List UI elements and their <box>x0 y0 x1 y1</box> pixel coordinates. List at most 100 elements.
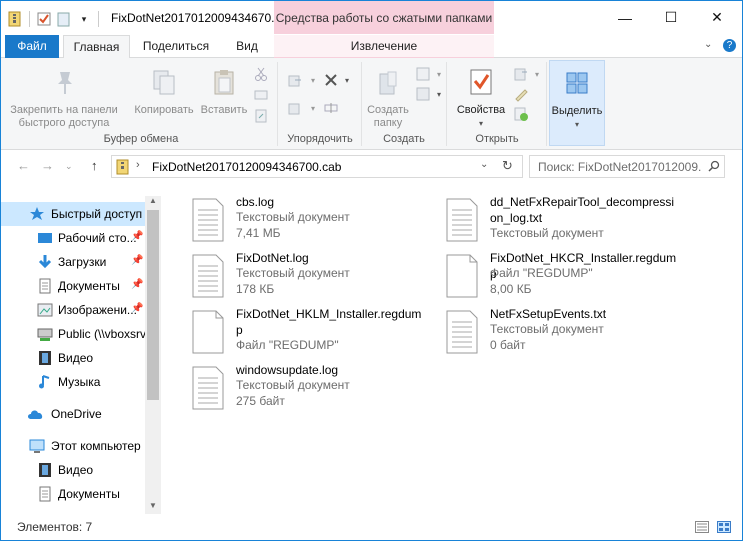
refresh-icon[interactable]: ↻ <box>502 158 513 174</box>
delete-icon[interactable] <box>323 72 339 88</box>
copy-path-icon[interactable] <box>253 87 269 103</box>
address-bar[interactable]: › FixDotNet20170120094346700.cab ⌄ ↻ <box>111 155 523 178</box>
collapse-ribbon-icon[interactable]: ⌄ <box>704 39 712 50</box>
sidebar-item-label: Музыка <box>58 375 101 389</box>
properties-check-icon[interactable] <box>36 11 52 27</box>
list-item[interactable]: dd_NetFxRepairTool_decompression_log.txt… <box>446 194 696 244</box>
pin-icon: 📌 <box>131 303 144 314</box>
tab-share[interactable]: Поделиться <box>136 35 216 58</box>
sidebar-item-downloads[interactable]: Загрузки 📌 <box>1 250 145 274</box>
scrollbar-thumb[interactable] <box>147 210 159 400</box>
group-divider <box>546 62 547 146</box>
quick-access-toolbar: ▾ <box>7 9 101 29</box>
pin-quick-access-label: Закрепить на панели быстрого доступа <box>10 104 118 129</box>
window-title: FixDotNet2017012009434670... <box>111 11 275 25</box>
move-to-icon[interactable] <box>287 72 303 88</box>
sidebar-item-pictures[interactable]: Изображени... 📌 <box>1 298 145 322</box>
recent-locations-chevron-icon[interactable]: ⌄ <box>65 161 73 172</box>
explorer-window: ▾ FixDotNet2017012009434670... Средства … <box>0 0 743 541</box>
archive-folder-icon <box>7 11 23 27</box>
chevron-down-icon[interactable]: ▾ <box>431 86 447 102</box>
film-icon <box>39 463 51 477</box>
rename-icon[interactable] <box>323 100 339 116</box>
open-icon[interactable] <box>513 66 529 82</box>
list-item[interactable]: FixDotNet_HKCR_Installer.regdump Файл "R… <box>446 250 696 300</box>
chevron-down-icon: ▾ <box>574 120 579 129</box>
scroll-up-icon[interactable]: ▲ <box>149 196 157 205</box>
cut-icon[interactable] <box>253 66 269 82</box>
list-item[interactable]: NetFxSetupEvents.txt Текстовый документ … <box>446 306 696 356</box>
chevron-down-icon: ▾ <box>478 119 483 128</box>
computer-icon <box>29 439 45 453</box>
sidebar-item-music[interactable]: Музыка <box>1 370 145 394</box>
search-icon <box>708 160 720 172</box>
sidebar-item-documents[interactable]: Документы <box>1 482 145 506</box>
address-history-chevron-icon[interactable]: ⌄ <box>480 159 488 170</box>
chevron-down-icon[interactable]: ▾ <box>305 100 321 116</box>
list-item[interactable]: windowsupdate.log Текстовый документ 275… <box>192 362 442 412</box>
sidebar-item-quick-access[interactable]: Быстрый доступ <box>1 202 145 226</box>
text-file-icon <box>446 310 478 354</box>
easy-access-icon[interactable] <box>415 86 431 102</box>
new-item-icon[interactable] <box>415 66 431 82</box>
chevron-down-icon[interactable]: ▾ <box>339 72 355 88</box>
properties-button[interactable]: Свойства ▾ <box>449 66 513 130</box>
help-icon[interactable]: ? <box>723 39 736 52</box>
sidebar-item-desktop[interactable]: Рабочий сто... 📌 <box>1 226 145 250</box>
up-arrow-icon[interactable]: ↑ <box>91 158 98 173</box>
status-bar: Элементов: 7 <box>1 514 742 540</box>
sidebar-item-videos[interactable]: Видео <box>1 346 145 370</box>
sidebar-item-videos[interactable]: Видео <box>1 458 145 482</box>
item-count: Элементов: 7 <box>17 520 93 534</box>
chevron-down-icon[interactable]: ▾ <box>76 11 92 27</box>
new-folder-icon[interactable] <box>56 11 72 27</box>
select-button[interactable]: Выделить ▾ <box>549 60 605 146</box>
sidebar-item-documents[interactable]: Документы 📌 <box>1 274 145 298</box>
details-view-icon[interactable] <box>695 521 709 533</box>
list-item[interactable]: FixDotNet_HKLM_Installer.regdump Файл "R… <box>192 306 442 356</box>
nav-scrollbar[interactable]: ▲ ▼ <box>145 196 161 514</box>
chevron-down-icon[interactable]: ▾ <box>529 66 545 82</box>
paste-button[interactable]: Вставить <box>197 66 251 117</box>
copy-button[interactable]: Копировать <box>129 66 199 117</box>
file-size: 8,00 КБ <box>490 282 532 296</box>
generic-file-icon <box>446 254 478 298</box>
sidebar-item-this-pc[interactable]: Этот компьютер <box>1 434 145 458</box>
properties-label: Свойства <box>456 104 506 116</box>
list-item[interactable]: cbs.log Текстовый документ 7,41 МБ <box>192 194 442 244</box>
close-button[interactable]: ✕ <box>694 1 740 34</box>
copy-to-icon[interactable] <box>287 100 303 116</box>
paste-shortcut-icon[interactable] <box>253 108 269 124</box>
chevron-down-icon[interactable]: ▾ <box>431 66 447 82</box>
back-arrow-icon[interactable]: ← <box>17 158 30 173</box>
list-item[interactable]: FixDotNet.log Текстовый документ 178 КБ <box>192 250 442 300</box>
file-type: Файл "REGDUMP" <box>490 266 593 280</box>
paste-label: Вставить <box>200 104 248 116</box>
pin-icon: 📌 <box>131 255 144 266</box>
navigation-pane: Быстрый доступ Рабочий сто... 📌 Загрузки… <box>1 196 161 514</box>
minimize-button[interactable]: — <box>602 1 648 34</box>
pin-quick-access-button[interactable]: Закрепить на панели быстрого доступа <box>7 66 121 130</box>
chevron-down-icon[interactable]: ▾ <box>305 72 321 88</box>
text-file-icon <box>192 198 224 242</box>
new-folder-label: Создать папку <box>367 104 409 129</box>
forward-arrow-icon[interactable]: → <box>41 158 54 173</box>
scroll-down-icon[interactable]: ▼ <box>149 501 157 510</box>
edit-icon[interactable] <box>513 86 529 102</box>
maximize-button[interactable]: ☐ <box>648 1 694 34</box>
tiles-view-icon[interactable] <box>717 521 731 533</box>
sidebar-item-network-share[interactable]: Public (\\vboxsrv <box>1 322 145 346</box>
tab-view[interactable]: Вид <box>226 35 268 58</box>
sidebar-item-onedrive[interactable]: OneDrive <box>1 402 145 426</box>
sidebar-item-label: Public (\\vboxsrv <box>58 327 145 341</box>
sidebar-item-label: Документы <box>58 279 120 293</box>
tab-home[interactable]: Главная <box>63 35 130 59</box>
breadcrumb-chevron-icon[interactable]: › <box>136 159 140 171</box>
search-input[interactable]: Поиск: FixDotNet2017012009... <box>529 155 725 178</box>
history-icon[interactable] <box>513 106 529 122</box>
tab-extract[interactable]: Извлечение <box>274 35 494 58</box>
new-folder-button[interactable]: Создать папку <box>363 66 413 130</box>
file-name: windowsupdate.log <box>236 363 339 377</box>
file-name: FixDotNet_HKLM_Installer.regdump <box>236 307 422 337</box>
picture-icon <box>37 303 53 317</box>
